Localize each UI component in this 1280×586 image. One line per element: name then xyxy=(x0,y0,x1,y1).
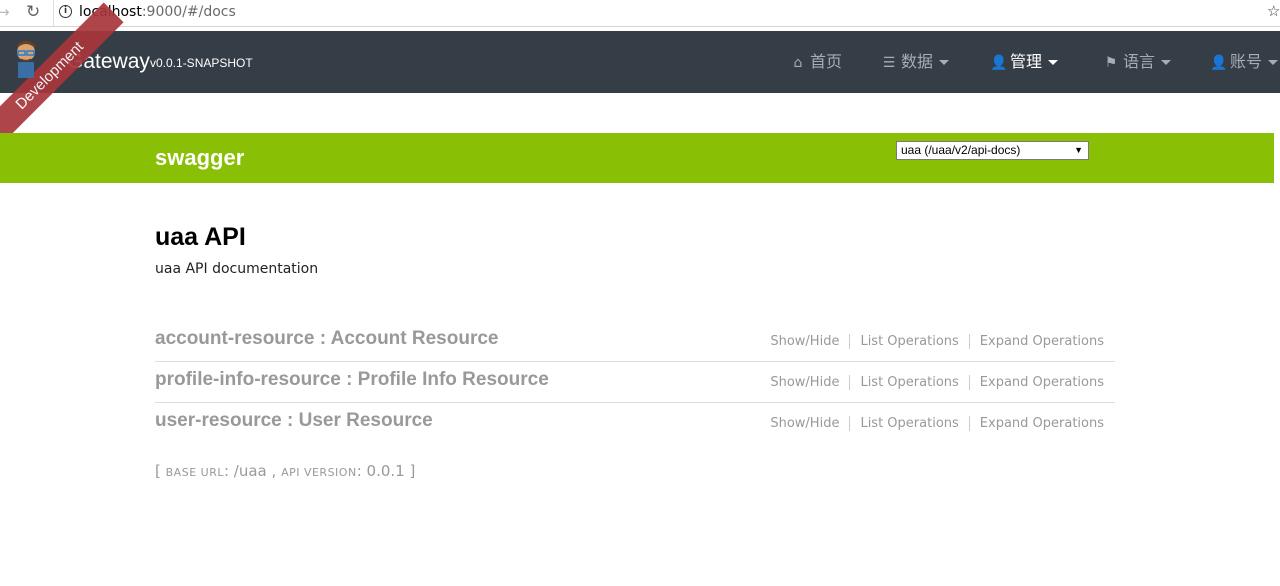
resource-operations: Show/Hide List Operations Expand Operation… xyxy=(760,375,1104,391)
caret-down-icon xyxy=(1161,60,1172,65)
caret-down-icon xyxy=(1048,60,1059,65)
show-hide-link[interactable]: Show/Hide xyxy=(760,375,851,390)
back-arrow-icon[interactable]: → xyxy=(0,3,11,21)
list-operations-link[interactable]: List Operations xyxy=(850,375,970,390)
api-footer-info: [ base url: /uaa , api version: 0.0.1 ] xyxy=(155,462,416,480)
api-version-value: 0.0.1 xyxy=(366,462,405,480)
brand-version: v0.0.1-SNAPSHOT xyxy=(150,56,253,70)
api-selector[interactable]: uaa (/uaa/v2/api-docs) ▼ xyxy=(896,141,1089,160)
base-url-value: /uaa xyxy=(233,462,267,480)
resource-name[interactable]: profile-info-resource : Profile Info Res… xyxy=(155,368,549,392)
nav-entities-label: 数据 xyxy=(901,52,934,71)
expand-operations-link[interactable]: Expand Operations xyxy=(970,375,1104,390)
swagger-header: swagger uaa (/uaa/v2/api-docs) ▼ xyxy=(0,133,1274,183)
resource-operations: Show/Hide List Operations Expand Operation… xyxy=(760,334,1104,350)
expand-operations-link[interactable]: Expand Operations xyxy=(970,334,1104,349)
api-title: uaa API xyxy=(155,223,246,251)
expand-operations-link[interactable]: Expand Operations xyxy=(970,416,1104,431)
resource-row: account-resource : Account Resource Show… xyxy=(155,321,1115,362)
caret-down-icon xyxy=(939,60,950,65)
resource-name[interactable]: account-resource : Account Resource xyxy=(155,327,499,351)
top-navbar: Gateway v0.0.1-SNAPSHOT ⌂ 首页 ☰ 数据 👤 管理 ⚑ 语言 … xyxy=(0,31,1280,93)
list-operations-link[interactable]: List Operations xyxy=(850,334,970,349)
bracket-open: [ xyxy=(155,462,161,480)
show-hide-link[interactable]: Show/Hide xyxy=(760,416,851,431)
bracket-close: ] xyxy=(409,462,416,480)
user-plus-icon: 👤 xyxy=(990,55,1008,71)
nav-admin-label: 管理 xyxy=(1010,52,1043,71)
api-description: uaa API documentation xyxy=(155,261,319,277)
resource-row: user-resource : User Resource Show/Hide L… xyxy=(155,403,1115,443)
bookmark-star-icon[interactable]: ☆ xyxy=(1267,2,1280,20)
api-selector-value: uaa (/uaa/v2/api-docs) xyxy=(901,143,1021,157)
resource-row: profile-info-resource : Profile Info Res… xyxy=(155,362,1115,403)
nav-language-label: 语言 xyxy=(1123,52,1156,71)
nav-admin[interactable]: 👤 管理 xyxy=(990,51,1059,73)
show-hide-link[interactable]: Show/Hide xyxy=(760,334,851,349)
flag-icon: ⚑ xyxy=(1104,55,1118,71)
caret-down-icon xyxy=(1268,60,1279,65)
info-icon[interactable]: i xyxy=(59,5,72,18)
resource-operations: Show/Hide List Operations Expand Operation… xyxy=(760,416,1104,432)
nav-account-label: 账号 xyxy=(1230,52,1263,71)
home-icon: ⌂ xyxy=(793,55,803,71)
nav-home-label: 首页 xyxy=(810,52,843,71)
logo-avatar xyxy=(17,41,35,78)
nav-home[interactable]: ⌂ 首页 xyxy=(790,51,842,73)
list-operations-link[interactable]: List Operations xyxy=(850,416,970,431)
user-icon: 👤 xyxy=(1210,55,1228,71)
nav-entities[interactable]: ☰ 数据 xyxy=(881,51,950,73)
dropdown-arrow-icon: ▼ xyxy=(1074,145,1083,155)
nav-language[interactable]: ⚑ 语言 xyxy=(1103,51,1172,73)
browser-toolbar: → ↻ i localhost:9000/#/docs ☆ xyxy=(0,0,1280,27)
nav-account[interactable]: 👤 账号 xyxy=(1210,51,1279,73)
base-url-label: base url xyxy=(165,466,224,479)
api-version-label: api version xyxy=(281,466,357,479)
reload-icon[interactable]: ↻ xyxy=(26,3,44,21)
resource-name[interactable]: user-resource : User Resource xyxy=(155,409,433,433)
table-icon: ☰ xyxy=(882,55,896,71)
swagger-logo[interactable]: swagger xyxy=(155,145,244,171)
